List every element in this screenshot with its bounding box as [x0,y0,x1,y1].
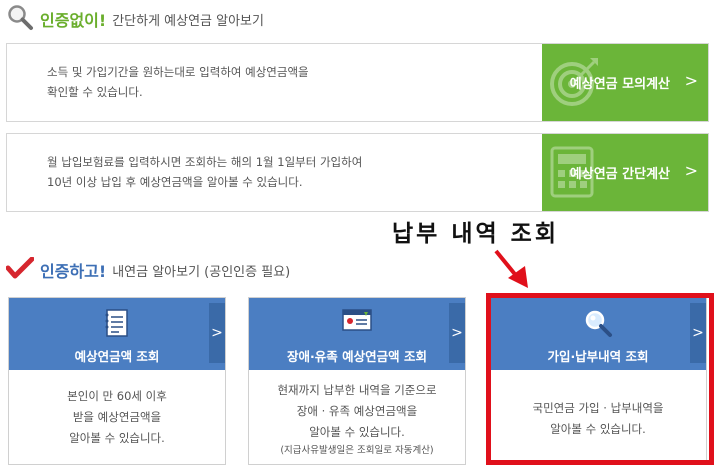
simulation-calc-card: 소득 및 가입기간을 원하는대로 입력하여 예상연금액을 확인할 수 있습니다.… [6,43,709,122]
simple-calc-card: 월 납입보험료를 입력하시면 조회하는 해의 1월 1일부터 가입하여 10년 … [6,133,709,212]
body-note: (지급사유발생일은 조회일로 자동계산) [280,445,434,456]
description-line: 10년 이상 납입 후 예상연금액을 알아볼 수 있습니다. [47,175,303,189]
section-header-no-auth: 인증없이! 간단하게 예상연금 알아보기 [6,3,264,35]
body-line: 본인이 만 60세 이후 [67,389,167,403]
body-line: 받을 예상연금액을 [72,410,162,424]
red-arrow-icon [492,248,532,294]
section-title: 내연금 알아보기 (공인인증 필요) [112,264,291,280]
body-line: 알아볼 수 있습니다. [69,431,165,445]
body-line: 알아볼 수 있습니다. [309,425,405,439]
simulation-calc-button[interactable]: 예상연금 모의계산 > [542,44,708,121]
target-icon [546,54,602,114]
card-header: 예상연금액 조회 > [9,298,225,370]
disability-survivor-card[interactable]: 장애·유족 예상연금액 조회 > 현재까지 납부한 내역을 기준으로 장애 · … [248,297,466,465]
chevron-right-icon[interactable]: > [209,303,225,363]
id-card-icon [342,308,372,336]
body-line: 현재까지 납부한 내역을 기준으로 [277,383,437,397]
notepad-icon [104,308,130,342]
expected-pension-card[interactable]: 예상연금액 조회 > 본인이 만 60세 이후 받을 예상연금액을 알아볼 수 … [8,297,226,465]
section-title: 간단하게 예상연금 알아보기 [112,13,264,29]
card-description: 소득 및 가입기간을 원하는대로 입력하여 예상연금액을 확인할 수 있습니다. [47,62,517,102]
section-highlight: 인증없이! [40,11,107,30]
chevron-right-icon: > [684,161,698,180]
description-line: 소득 및 가입기간을 원하는대로 입력하여 예상연금액을 [47,65,309,79]
magnifier-icon [6,3,34,35]
body-line: 장애 · 유족 예상연금액을 [296,404,418,418]
section-header-with-auth: 인증하고! 내연금 알아보기 (공인인증 필요) [5,256,291,283]
card-title: 예상연금액 조회 [74,349,160,364]
callout-label: 납부 내역 조회 [392,221,559,247]
checkmark-icon [5,256,35,283]
card-body: 본인이 만 60세 이후 받을 예상연금액을 알아볼 수 있습니다. [9,386,225,449]
description-line: 월 납입보험료를 입력하시면 조회하는 해의 1월 1일부터 가입하여 [47,155,363,169]
highlight-frame [486,293,714,465]
calculator-icon [546,144,602,204]
description-line: 확인할 수 있습니다. [47,85,143,99]
card-description: 월 납입보험료를 입력하시면 조회하는 해의 1월 1일부터 가입하여 10년 … [47,152,517,192]
chevron-right-icon: > [684,71,698,90]
section-highlight: 인증하고! [40,262,107,281]
chevron-right-icon[interactable]: > [449,303,465,363]
card-body: 현재까지 납부한 내역을 기준으로 장애 · 유족 예상연금액을 알아볼 수 있… [249,380,465,459]
card-title: 장애·유족 예상연금액 조회 [287,349,427,364]
card-header: 장애·유족 예상연금액 조회 > [249,298,465,370]
simple-calc-button[interactable]: 예상연금 간단계산 > [542,134,708,211]
